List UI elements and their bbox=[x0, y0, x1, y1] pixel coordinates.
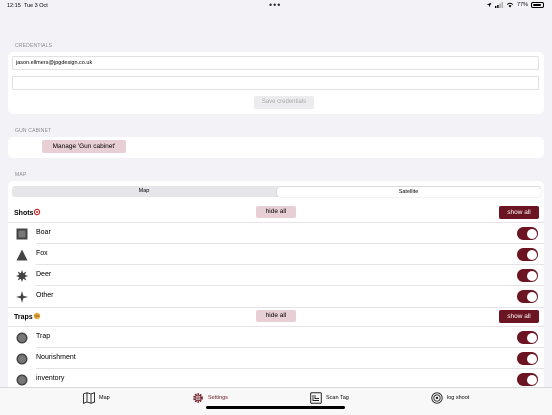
inventory-toggle[interactable] bbox=[517, 373, 538, 386]
traps-title: Traps bbox=[14, 312, 41, 321]
four-point-star-icon bbox=[16, 291, 28, 303]
trap-row-nourishment: Nourishment bbox=[8, 348, 544, 369]
home-indicator[interactable] bbox=[206, 406, 345, 409]
trap-label: Trap bbox=[36, 333, 51, 340]
credentials-section-label: CREDENTIALS bbox=[15, 43, 53, 49]
traps-show-all-button[interactable]: show all bbox=[499, 310, 539, 323]
shot-label: Fox bbox=[36, 250, 48, 257]
circle-icon bbox=[16, 374, 28, 386]
manage-gun-cabinet-button[interactable]: Manage 'Gun cabinet' bbox=[42, 140, 126, 153]
trap-row-inventory: inventory bbox=[8, 369, 544, 387]
map-icon bbox=[83, 392, 95, 404]
shots-title: Shots bbox=[14, 208, 41, 217]
segment-map[interactable]: Map bbox=[12, 186, 276, 197]
other-toggle[interactable] bbox=[517, 290, 538, 303]
tab-log-shoot[interactable]: log shoot bbox=[431, 392, 469, 404]
shot-label: Other bbox=[36, 292, 54, 299]
shot-row-deer: Deer bbox=[8, 265, 544, 286]
location-icon bbox=[486, 2, 492, 8]
circle-icon bbox=[16, 332, 28, 344]
shots-show-all-button[interactable]: show all bbox=[499, 206, 539, 219]
tab-scan-tag[interactable]: Scan Tag bbox=[310, 392, 349, 404]
trap-toggle[interactable] bbox=[517, 331, 538, 344]
status-bar: 12:15 Tue 3 Oct ••• 77% bbox=[0, 0, 552, 14]
shot-row-fox: Fox bbox=[8, 244, 544, 265]
shot-label: Deer bbox=[36, 271, 52, 278]
triangle-icon bbox=[16, 249, 28, 261]
save-credentials-button[interactable]: Save credentials bbox=[254, 96, 314, 109]
segment-satellite[interactable]: Satellite bbox=[276, 186, 541, 197]
deer-toggle[interactable] bbox=[517, 269, 538, 282]
map-section-label: MAP bbox=[15, 172, 27, 178]
nourishment-toggle[interactable] bbox=[517, 352, 538, 365]
gun-cabinet-section-label: GUN CABINET bbox=[15, 128, 52, 134]
traps-hide-all-button[interactable]: hide all bbox=[256, 310, 296, 322]
status-time: 12:15 Tue 3 Oct bbox=[7, 3, 48, 9]
status-icons: 77% bbox=[486, 2, 544, 8]
battery-percent: 77% bbox=[516, 2, 528, 8]
tab-label: Scan Tag bbox=[326, 395, 349, 401]
shot-row-other: Other bbox=[8, 286, 544, 307]
shot-label: Boar bbox=[36, 229, 51, 236]
tab-label: Map bbox=[99, 395, 110, 401]
map-type-segmented-control[interactable]: Map Satellite bbox=[12, 186, 541, 197]
battery-icon bbox=[531, 2, 544, 8]
trap-label: inventory bbox=[36, 375, 65, 382]
gun-cabinet-card: Manage 'Gun cabinet' bbox=[8, 137, 544, 158]
multitasking-dots[interactable]: ••• bbox=[269, 0, 281, 10]
divider bbox=[8, 307, 544, 308]
scan-tag-icon bbox=[310, 392, 322, 404]
credentials-card: jason.ellmers@jpgdesign.co.uk Save crede… bbox=[8, 52, 544, 114]
wifi-icon bbox=[506, 2, 514, 8]
target-emoji-icon bbox=[34, 208, 41, 216]
target-icon bbox=[431, 392, 443, 404]
tab-label: Settings bbox=[208, 395, 228, 401]
trap-emoji-icon bbox=[33, 312, 40, 320]
trap-label: Nourishment bbox=[36, 354, 76, 361]
tab-label: log shoot bbox=[447, 395, 470, 401]
gear-icon bbox=[193, 393, 203, 403]
map-settings-card: Map Satellite Shots hide all show all Bo… bbox=[8, 181, 544, 387]
tab-settings[interactable]: Settings bbox=[192, 392, 228, 404]
signal-icon bbox=[494, 2, 503, 8]
email-field[interactable]: jason.ellmers@jpgdesign.co.uk bbox=[12, 56, 539, 70]
trap-row-trap: Trap bbox=[8, 327, 544, 348]
tab-bar: Map Settings Scan Tag log shoot bbox=[0, 387, 552, 415]
boar-toggle[interactable] bbox=[517, 227, 538, 240]
star-icon bbox=[16, 270, 28, 282]
shot-row-boar: Boar bbox=[8, 223, 544, 244]
password-field[interactable] bbox=[12, 76, 539, 90]
fox-toggle[interactable] bbox=[517, 248, 538, 261]
shots-hide-all-button[interactable]: hide all bbox=[256, 206, 296, 218]
square-icon bbox=[16, 228, 28, 240]
tab-map[interactable]: Map bbox=[83, 392, 110, 404]
circle-icon bbox=[16, 353, 28, 365]
